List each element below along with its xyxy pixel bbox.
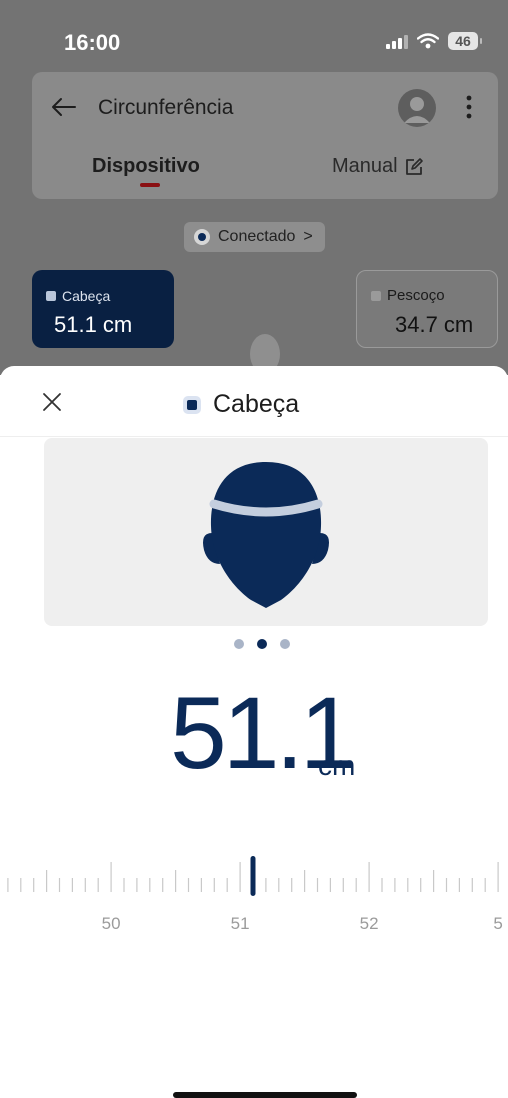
status-time: 16:00	[64, 30, 121, 55]
tab-dispositivo[interactable]: Dispositivo	[92, 155, 200, 178]
connected-dot-icon	[194, 229, 210, 245]
sheet-title-text: Cabeça	[213, 390, 300, 418]
divider	[0, 436, 508, 437]
measurement-unit: cm	[318, 750, 356, 781]
edit-icon	[405, 157, 423, 175]
wifi-icon	[417, 33, 439, 49]
carousel-dots	[234, 639, 290, 649]
back-arrow-icon[interactable]	[50, 94, 78, 120]
ruler-label: 50	[101, 914, 121, 933]
head-card-value: 51.1 cm	[54, 312, 133, 337]
neck-card-value: 34.7 cm	[395, 312, 474, 337]
head-measurement-card[interactable]: Cabeça 51.1 cm	[32, 270, 174, 348]
measurement-detail-sheet: Cabeça 51.1 cm 50 51 52 5	[0, 366, 508, 1095]
head-marker-icon	[183, 395, 201, 414]
neck-measurement-card[interactable]: Pescoço 34.7 cm	[356, 270, 498, 348]
ruler-label: 51	[230, 914, 250, 933]
head-card-label-text: Cabeça	[62, 288, 111, 304]
active-tab-indicator	[140, 183, 160, 187]
ruler-label: 52	[359, 914, 379, 933]
signal-icon	[386, 33, 408, 49]
carousel-dot-active[interactable]	[257, 639, 267, 649]
ruler-labels: 50 51 52 5	[0, 914, 508, 938]
head-illustration-panel[interactable]	[44, 438, 488, 626]
chevron-right-icon: >	[303, 228, 313, 245]
head-illustration	[203, 462, 329, 608]
home-indicator	[173, 1092, 357, 1098]
battery-icon: 46	[448, 32, 482, 50]
status-icons: 46	[386, 32, 482, 50]
ruler-selected-indicator[interactable]	[250, 856, 256, 896]
tab-manual[interactable]: Manual	[332, 155, 424, 178]
neck-card-label: Pescoço	[371, 287, 445, 304]
neck-marker-icon	[371, 290, 381, 301]
page-title: Circunferência	[98, 96, 234, 119]
status-bar: 16:00 46	[0, 0, 508, 64]
measurement-ruler[interactable]	[0, 856, 508, 896]
head-marker-icon	[46, 291, 56, 301]
connection-status-chip[interactable]: Conectado >	[184, 222, 325, 252]
carousel-dot[interactable]	[280, 639, 290, 649]
ruler-label: 5	[493, 914, 503, 933]
connection-label: Conectado	[218, 228, 296, 245]
head-card-label: Cabeça	[46, 288, 110, 304]
sheet-title: Cabeça	[183, 390, 299, 419]
tab-manual-label: Manual	[332, 155, 398, 177]
app-bar: Circunferência Dispositivo Manual	[32, 72, 498, 199]
avatar-icon[interactable]	[398, 89, 436, 127]
neck-card-label-text: Pescoço	[387, 287, 445, 304]
close-icon[interactable]	[40, 390, 64, 414]
carousel-dot[interactable]	[234, 639, 244, 649]
more-vertical-icon[interactable]	[462, 92, 476, 122]
